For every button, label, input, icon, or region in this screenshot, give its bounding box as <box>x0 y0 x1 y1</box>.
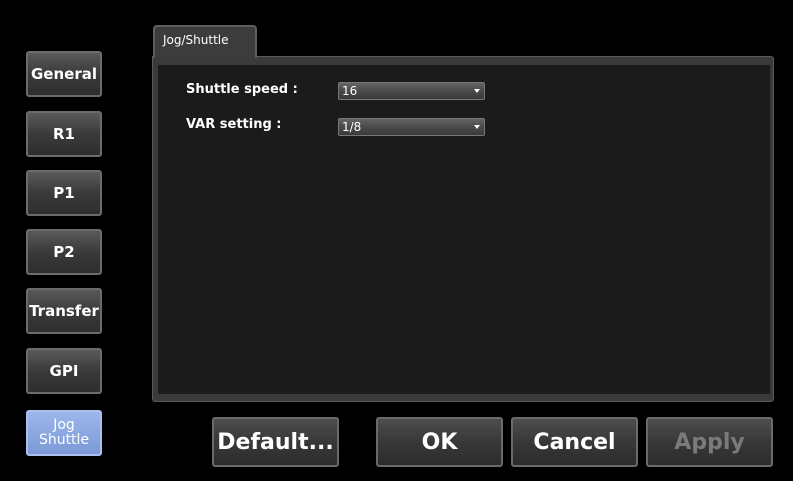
sidebar-item-label: GPI <box>49 362 79 380</box>
sidebar-item-label: R1 <box>53 125 75 143</box>
var-setting-select[interactable]: 1/8 <box>338 118 485 136</box>
shuttle-speed-select[interactable]: 16 <box>338 82 485 100</box>
sidebar-item-general[interactable]: General <box>26 51 102 97</box>
sidebar-item-gpi[interactable]: GPI <box>26 348 102 394</box>
sidebar-item-label: P2 <box>53 243 75 261</box>
sidebar-item-p2[interactable]: P2 <box>26 229 102 275</box>
ok-button[interactable]: OK <box>376 417 503 467</box>
ok-button-label: OK <box>421 429 458 455</box>
var-setting-value: 1/8 <box>342 120 362 134</box>
settings-panel <box>158 65 770 394</box>
sidebar-item-p1[interactable]: P1 <box>26 170 102 216</box>
tab-label: Jog/Shuttle <box>163 33 229 47</box>
sidebar-item-label-line2: Shuttle <box>38 432 90 448</box>
sidebar-item-label-line1: Jog <box>53 417 75 433</box>
shuttle-speed-value: 16 <box>342 84 358 98</box>
apply-button-label: Apply <box>674 429 745 455</box>
cancel-button[interactable]: Cancel <box>511 417 638 467</box>
sidebar-item-label: Transfer <box>29 302 99 320</box>
sidebar-item-jog-shuttle[interactable]: Jog Shuttle <box>26 410 102 456</box>
sidebar-item-transfer[interactable]: Transfer <box>26 288 102 334</box>
sidebar-item-r1[interactable]: R1 <box>26 111 102 157</box>
default-button[interactable]: Default... <box>212 417 339 467</box>
chevron-down-icon <box>474 125 480 129</box>
chevron-down-icon <box>474 89 480 93</box>
cancel-button-label: Cancel <box>533 429 616 455</box>
default-button-label: Default... <box>217 429 334 455</box>
var-setting-label: VAR setting : <box>186 117 282 132</box>
shuttle-speed-label: Shuttle speed : <box>186 82 298 97</box>
sidebar-item-label: General <box>31 65 97 83</box>
sidebar-item-label: P1 <box>53 184 75 202</box>
tab-jog-shuttle[interactable]: Jog/Shuttle <box>153 25 257 58</box>
apply-button[interactable]: Apply <box>646 417 773 467</box>
